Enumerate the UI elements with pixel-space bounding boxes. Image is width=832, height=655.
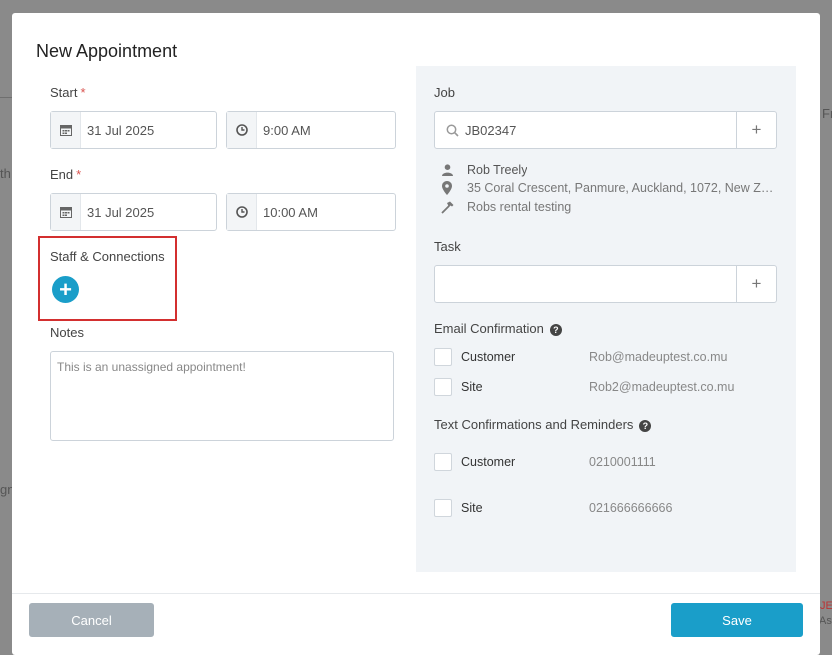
task-label: Task	[434, 239, 461, 254]
job-description-row: Robs rental testing	[436, 200, 571, 214]
job-search-value: JB02347	[465, 122, 517, 138]
start-time-input[interactable]: 9:00 AM	[226, 111, 396, 149]
end-time-value: 10:00 AM	[263, 204, 318, 220]
text-customer-checkbox[interactable]	[434, 453, 452, 471]
staff-label: Staff & Connections	[50, 249, 165, 264]
backdrop-text: Fr	[822, 106, 832, 121]
backdrop-divider	[0, 97, 12, 98]
text-customer-value: 0210001111	[589, 455, 656, 469]
required-mark: *	[80, 85, 86, 100]
clock-icon	[227, 112, 257, 148]
search-icon	[446, 124, 459, 137]
email-site-checkbox[interactable]	[434, 378, 452, 396]
email-customer-value: Rob@madeuptest.co.mu	[589, 350, 728, 364]
text-site-checkbox[interactable]	[434, 499, 452, 517]
new-appointment-modal: New Appointment Start * 31 Jul 2025 9:00 …	[12, 13, 820, 655]
job-contact-name: Rob Treely	[467, 163, 528, 177]
text-site-label: Site	[461, 501, 483, 515]
job-description: Robs rental testing	[467, 200, 572, 214]
email-confirmation-label-text: Email Confirmation	[434, 321, 544, 336]
hammer-icon	[436, 201, 458, 214]
email-customer-label: Customer	[461, 350, 516, 364]
required-mark: *	[76, 167, 82, 182]
end-label-text: End	[50, 167, 74, 182]
end-time-input[interactable]: 10:00 AM	[226, 193, 396, 231]
footer-divider	[12, 593, 820, 594]
text-customer-row: Customer 0210001111	[434, 453, 656, 471]
text-confirmation-label: Text Confirmations and Reminders?	[434, 417, 652, 432]
email-customer-checkbox[interactable]	[434, 348, 452, 366]
email-site-row: Site Rob2@madeuptest.co.mu	[434, 378, 734, 396]
email-site-value: Rob2@madeuptest.co.mu	[589, 380, 735, 394]
start-label: Start *	[50, 85, 86, 100]
start-date-value: 31 Jul 2025	[87, 122, 155, 138]
save-button[interactable]: Save	[671, 603, 803, 637]
email-site-label: Site	[461, 380, 483, 394]
job-label: Job	[434, 85, 455, 100]
notes-label: Notes	[50, 325, 84, 340]
text-site-row: Site 021666666666	[434, 499, 672, 517]
job-address: 35 Coral Crescent, Panmure, Auckland, 10…	[467, 181, 778, 195]
email-customer-row: Customer Rob@madeuptest.co.mu	[434, 348, 727, 366]
end-date-value: 31 Jul 2025	[87, 204, 155, 220]
map-marker-icon	[436, 181, 458, 195]
backdrop-text: Ast	[819, 615, 832, 627]
start-time-value: 9:00 AM	[263, 122, 311, 138]
job-contact-row: Rob Treely	[436, 163, 527, 177]
calendar-icon	[51, 194, 81, 230]
task-input[interactable]: +	[434, 265, 777, 303]
job-search-input[interactable]: JB02347 +	[434, 111, 777, 149]
job-address-row: 35 Coral Crescent, Panmure, Auckland, 10…	[436, 181, 796, 195]
backdrop-text: th	[0, 166, 11, 181]
notes-textarea[interactable]: This is an unassigned appointment!	[50, 351, 394, 441]
backdrop-text: JE	[820, 600, 832, 612]
end-date-input[interactable]: 31 Jul 2025	[50, 193, 217, 231]
end-label: End *	[50, 167, 81, 182]
start-date-input[interactable]: 31 Jul 2025	[50, 111, 217, 149]
email-confirmation-label: Email Confirmation?	[434, 321, 562, 336]
add-staff-button[interactable]: +	[52, 276, 79, 303]
help-icon[interactable]: ?	[639, 419, 652, 432]
clock-icon	[227, 194, 257, 230]
cancel-button[interactable]: Cancel	[29, 603, 154, 637]
user-icon	[436, 164, 458, 176]
modal-title: New Appointment	[36, 41, 178, 61]
job-panel: Job JB02347 + Rob Treely 35 Coral Cresce…	[416, 66, 796, 572]
help-icon[interactable]: ?	[549, 323, 562, 336]
text-site-value: 021666666666	[589, 501, 673, 515]
start-label-text: Start	[50, 85, 78, 100]
add-job-button[interactable]: +	[736, 112, 776, 148]
text-confirmation-label-text: Text Confirmations and Reminders	[434, 417, 634, 432]
calendar-icon	[51, 112, 81, 148]
text-customer-label: Customer	[461, 455, 516, 469]
add-task-button[interactable]: +	[736, 266, 776, 302]
